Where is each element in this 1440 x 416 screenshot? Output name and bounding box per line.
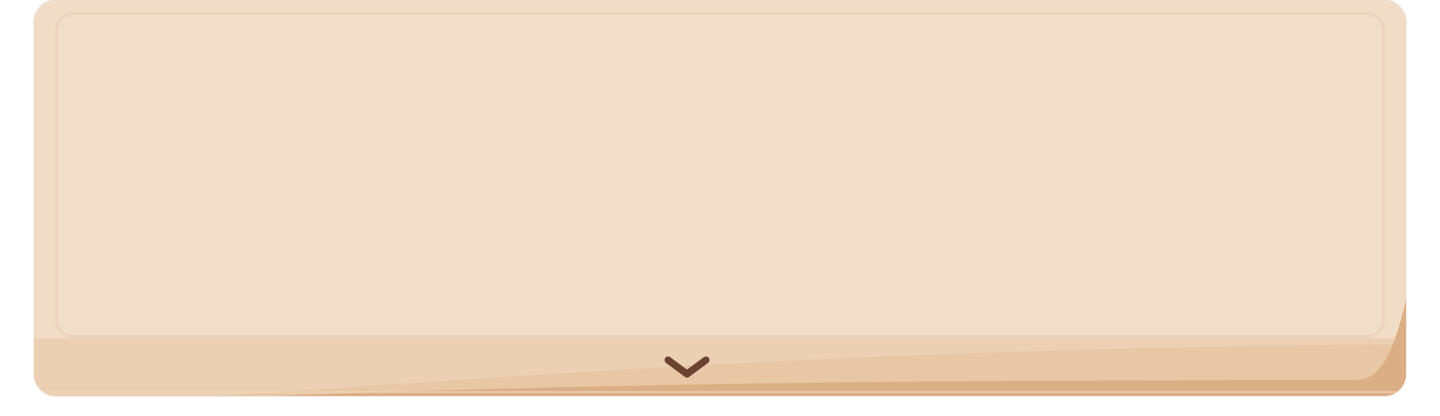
dialog-box[interactable] (34, 0, 1406, 396)
game-dialog-stage (0, 0, 1440, 416)
chevron-down-icon (664, 356, 710, 378)
dialog-text-panel (55, 12, 1385, 338)
advance-dialog-button[interactable] (664, 350, 710, 384)
